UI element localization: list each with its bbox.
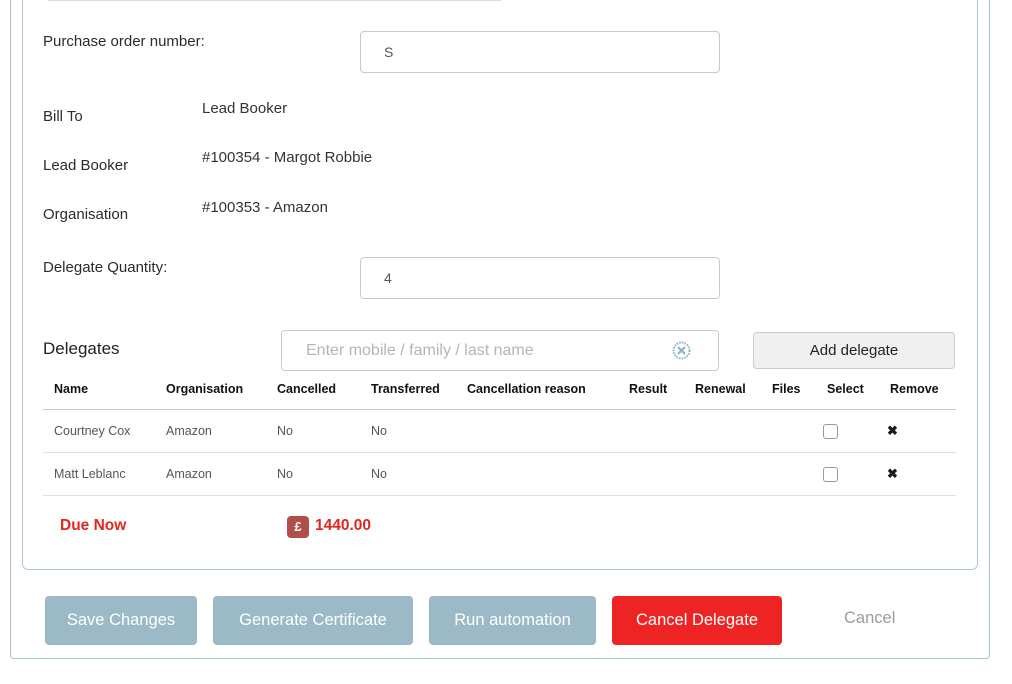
page: Purchase order number: Bill To Lead Book… [0,0,1012,684]
lead-booker-label: Lead Booker [43,157,128,174]
delegate-search-input[interactable] [281,330,719,371]
cutoff-element-divider [48,0,501,1]
cell-result [618,410,684,453]
cancel-delegate-button[interactable]: Cancel Delegate [612,596,782,645]
delegates-table: Name Organisation Cancelled Transferred … [43,374,956,496]
col-header-transferred: Transferred [360,374,456,410]
cell-organisation: Amazon [155,410,266,453]
cell-name: Matt Leblanc [43,453,155,496]
organisation-value: #100353 - Amazon [202,199,328,216]
remove-delegate-icon[interactable]: ✖ [887,466,898,481]
delegates-section-label: Delegates [43,339,120,359]
select-delegate-checkbox[interactable] [823,467,838,482]
cell-organisation: Amazon [155,453,266,496]
table-row: Matt Leblanc Amazon No No ✖ [43,453,956,496]
table-row: Courtney Cox Amazon No No ✖ [43,410,956,453]
bill-to-value: Lead Booker [202,100,287,117]
purchase-order-label: Purchase order number: [43,33,205,50]
col-header-select: Select [816,374,879,410]
select-delegate-checkbox[interactable] [823,424,838,439]
col-header-organisation: Organisation [155,374,266,410]
clear-search-icon[interactable] [672,341,691,360]
col-header-remove: Remove [879,374,956,410]
cell-name: Courtney Cox [43,410,155,453]
col-header-cancelled: Cancelled [266,374,360,410]
table-header-row: Name Organisation Cancelled Transferred … [43,374,956,410]
col-header-files: Files [761,374,816,410]
col-header-result: Result [618,374,684,410]
cell-files [761,453,816,496]
delegate-quantity-label: Delegate Quantity: [43,259,167,276]
cell-transferred: No [360,410,456,453]
cell-cancellation-reason [456,410,618,453]
cell-renewal [684,453,761,496]
col-header-name: Name [43,374,155,410]
cell-renewal [684,410,761,453]
delegate-quantity-input[interactable] [360,257,720,299]
due-now-amount: 1440.00 [315,517,371,535]
save-changes-button[interactable]: Save Changes [45,596,197,645]
remove-delegate-icon[interactable]: ✖ [887,423,898,438]
generate-certificate-button[interactable]: Generate Certificate [213,596,413,645]
col-header-cancellation-reason: Cancellation reason [456,374,618,410]
organisation-label: Organisation [43,206,128,223]
cancel-link[interactable]: Cancel [844,609,895,628]
cell-cancellation-reason [456,453,618,496]
run-automation-button[interactable]: Run automation [429,596,596,645]
purchase-order-input[interactable] [360,31,720,73]
bill-to-label: Bill To [43,108,83,125]
pound-currency-badge: £ [287,516,309,538]
cell-cancelled: No [266,453,360,496]
cell-result [618,453,684,496]
due-now-label: Due Now [60,517,126,535]
col-header-renewal: Renewal [684,374,761,410]
lead-booker-value: #100354 - Margot Robbie [202,149,372,166]
cell-transferred: No [360,453,456,496]
cell-cancelled: No [266,410,360,453]
cell-files [761,410,816,453]
add-delegate-button[interactable]: Add delegate [753,332,955,369]
